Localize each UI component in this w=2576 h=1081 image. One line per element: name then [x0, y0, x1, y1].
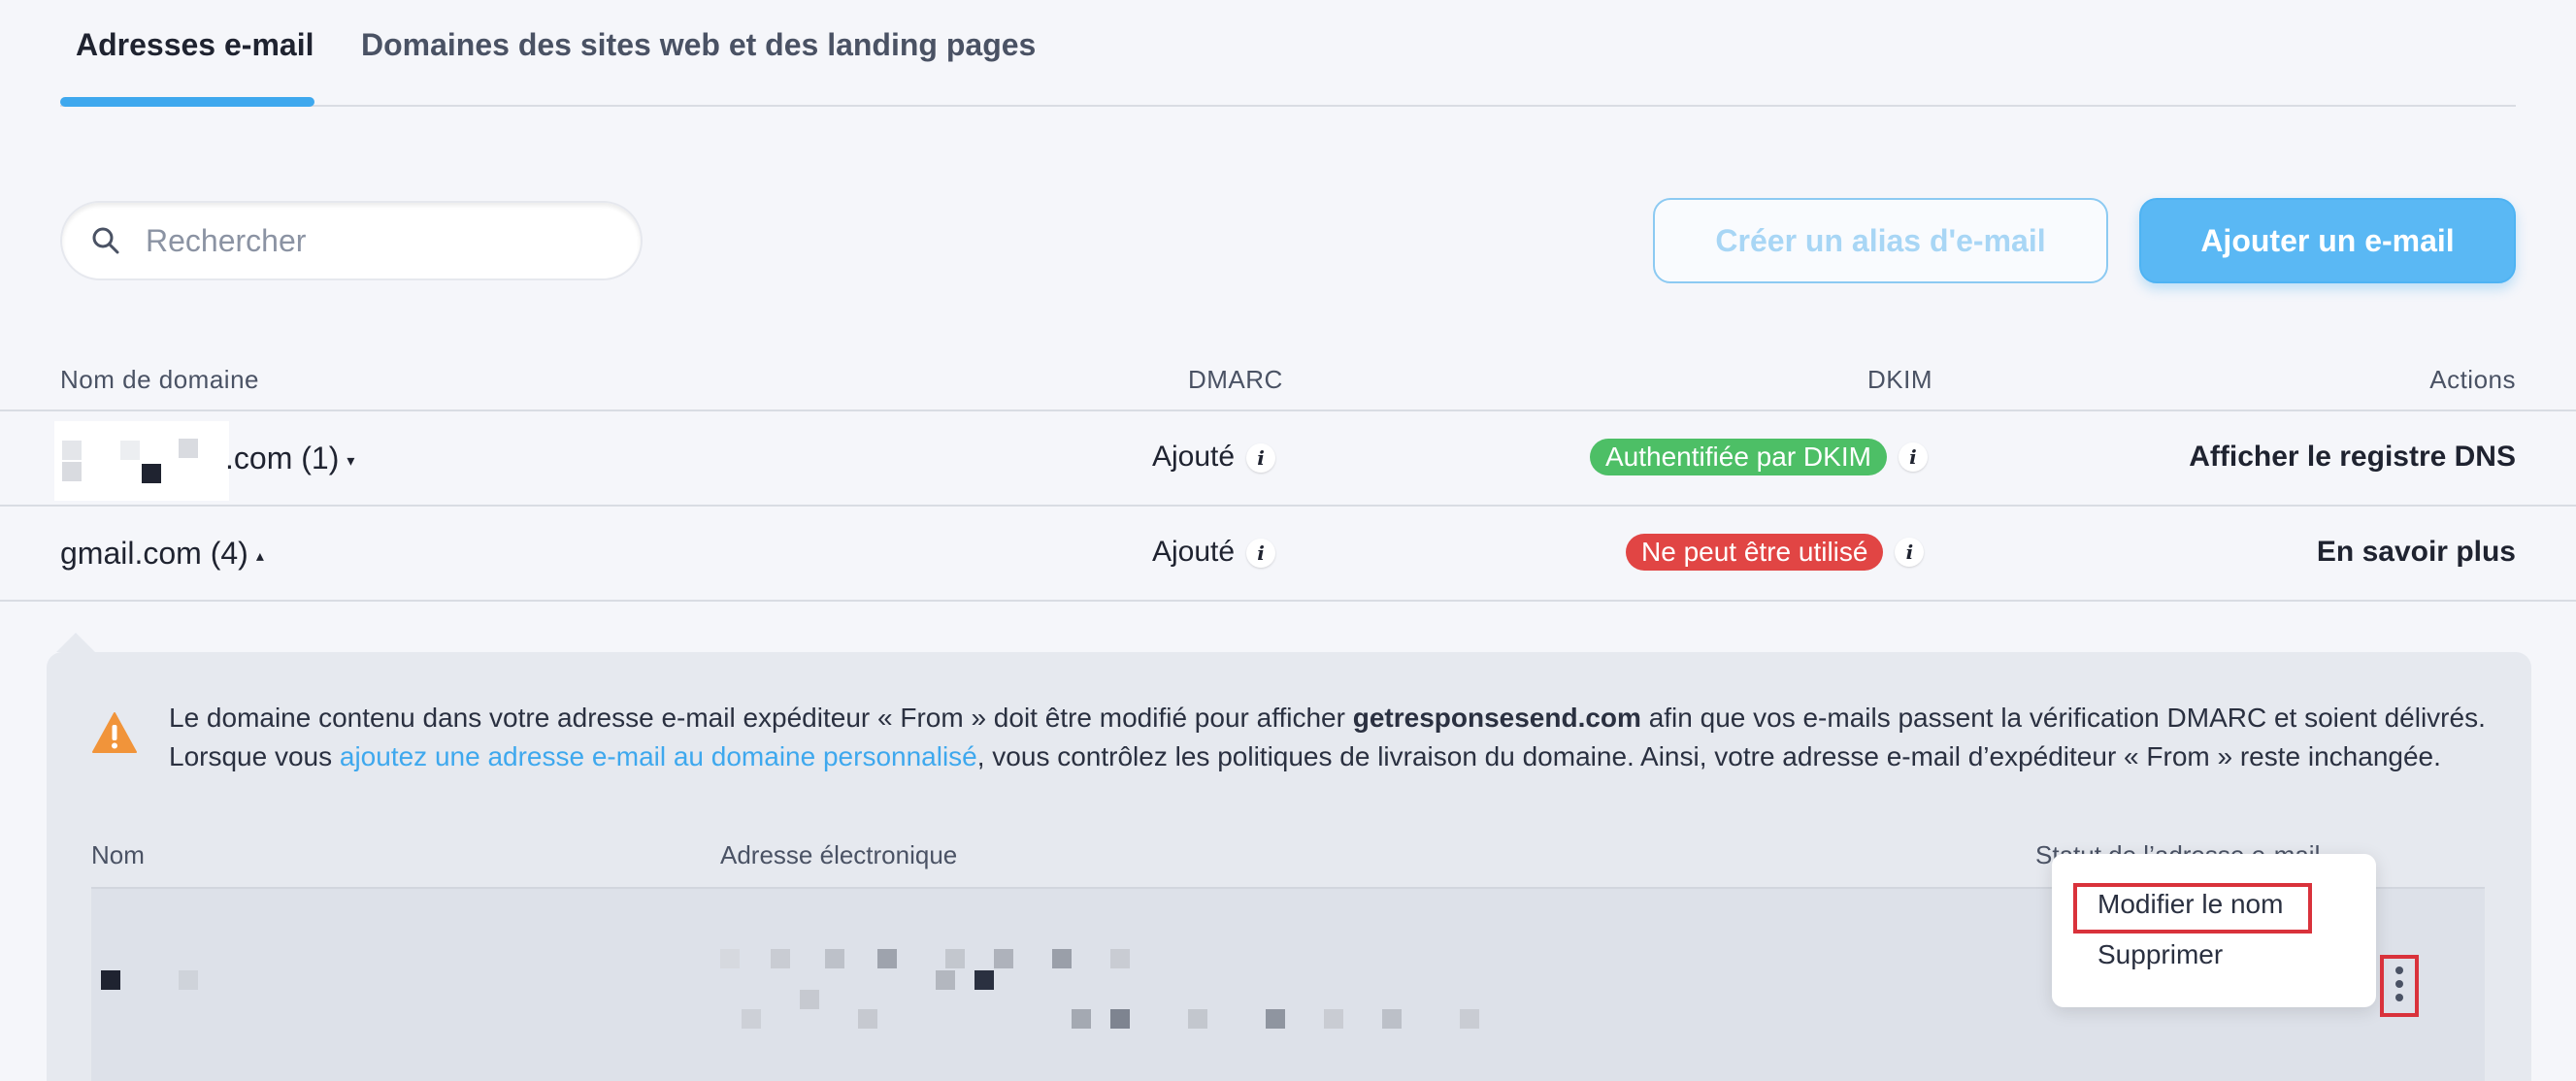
more-actions-button[interactable]	[2380, 955, 2419, 1017]
notice-text: Lorsque vous	[169, 741, 340, 771]
notice-text: afin que vos e-mails passent la vérifica…	[1640, 703, 2486, 733]
chevron-down-icon: ▾	[347, 452, 355, 470]
delete-menu-item[interactable]: Supprimer	[2097, 939, 2223, 970]
column-header-name: Nom	[91, 840, 145, 869]
table-row: gmail.com (4) ▴ Ajouté i Ne peut être util…	[0, 507, 2576, 602]
dkim-cell: Authentifiée par DKIM i	[1590, 439, 1928, 475]
status-badge: Authentifiée par DKIM	[1590, 439, 1887, 475]
kebab-icon	[2395, 966, 2403, 1007]
view-dns-record-link[interactable]: Afficher le registre DNS	[2189, 441, 2516, 474]
learn-more-link[interactable]: En savoir plus	[2317, 536, 2516, 569]
search-icon	[92, 227, 119, 254]
redacted-domain	[54, 421, 229, 501]
create-alias-button[interactable]: Créer un alias d'e-mail	[1653, 198, 2108, 283]
domain-toggle[interactable]: gmail.com (4) ▴	[60, 536, 264, 572]
column-header-domain: Nom de domaine	[60, 365, 259, 394]
domain-name: .com (1)	[225, 441, 340, 475]
email-addresses-page: Adresses e-mail Domaines des sites web e…	[0, 0, 2576, 1081]
domain-name: gmail.com (4)	[60, 536, 248, 571]
info-icon[interactable]: i	[1898, 442, 1928, 472]
column-header-dmarc: DMARC	[1188, 365, 1283, 394]
dmarc-warning-message: Le domaine contenu dans votre adresse e-…	[169, 699, 2498, 776]
add-email-button[interactable]: Ajouter un e-mail	[2139, 198, 2516, 283]
highlight-edit-name	[2073, 883, 2312, 934]
info-icon[interactable]: i	[1895, 538, 1925, 567]
dmarc-cell: Ajouté i	[1152, 441, 1276, 474]
chevron-up-icon: ▴	[255, 547, 264, 565]
notice-text: , vous contrôlez les politiques de livra…	[976, 741, 2441, 771]
tab-email-addresses[interactable]: Adresses e-mail	[76, 27, 314, 63]
dkim-cell: Ne peut être utilisé i	[1626, 534, 1925, 571]
dmarc-cell: Ajouté i	[1152, 536, 1276, 569]
table-row: .com (1) ▾ Ajouté i Authentifiée par DKIM i…	[0, 411, 2576, 507]
warning-icon	[92, 712, 137, 753]
status-badge: Ne peut être utilisé	[1626, 534, 1884, 571]
tab-bar: Adresses e-mail Domaines des sites web e…	[60, 0, 2516, 107]
panel-pointer	[56, 633, 95, 652]
redacted-name	[101, 970, 120, 990]
column-header-actions: Actions	[2429, 365, 2516, 394]
info-icon[interactable]: i	[1246, 539, 1276, 569]
column-header-dkim: DKIM	[1867, 365, 1932, 394]
domain-toggle[interactable]: .com (1) ▾	[225, 441, 354, 476]
search-input[interactable]	[146, 213, 621, 269]
active-tab-indicator	[60, 97, 314, 107]
info-icon[interactable]: i	[1246, 443, 1276, 474]
dmarc-status: Ajouté	[1152, 441, 1236, 473]
tab-website-domains[interactable]: Domaines des sites web et des landing pa…	[361, 27, 1036, 63]
search-box[interactable]	[60, 201, 643, 280]
notice-domain: getresponsesend.com	[1352, 703, 1641, 733]
notice-text: Le domaine contenu dans votre adresse e-…	[169, 703, 1353, 733]
add-custom-domain-email-link[interactable]: ajoutez une adresse e-mail au domaine pe…	[340, 741, 977, 771]
column-header-email: Adresse électronique	[720, 840, 958, 869]
dmarc-status: Ajouté	[1152, 536, 1236, 568]
domains-table-header: Nom de domaine DMARC DKIM Actions	[0, 359, 2576, 411]
